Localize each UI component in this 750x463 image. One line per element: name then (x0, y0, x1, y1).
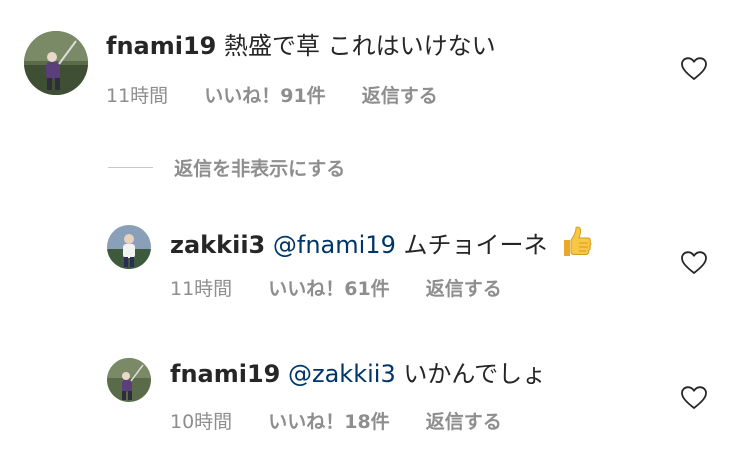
reply-likes[interactable]: いいね！18件 (268, 411, 389, 433)
reply-meta: 11時間 いいね！61件 返信する (170, 277, 532, 301)
hide-replies-button[interactable]: 返信を非表示にする (108, 154, 345, 180)
reply-body: zakkii3 @fnami19 ムチョイーネ (170, 225, 593, 267)
comment-text: 熱盛で草 これはいけない (224, 32, 496, 60)
reply-username[interactable]: zakkii3 (170, 231, 265, 259)
heart-outline-icon[interactable] (681, 251, 707, 275)
reply-button[interactable]: 返信する (426, 278, 502, 300)
golfer-avatar-icon[interactable] (24, 31, 88, 95)
hide-replies-label[interactable]: 返信を非表示にする (174, 158, 345, 180)
comment-time[interactable]: 11時間 (106, 85, 168, 107)
reply-username[interactable]: fnami19 (170, 360, 280, 388)
comment-meta: 11時間 いいね！91件 返信する (106, 84, 468, 108)
reply-likes[interactable]: いいね！61件 (268, 278, 389, 300)
reply-item: fnami19 @zakkii3 いかんでしょ 10時間 いいね！18件 返信す… (0, 336, 750, 446)
reply-body: fnami19 @zakkii3 いかんでしょ (170, 358, 546, 390)
reply-button[interactable]: 返信する (362, 85, 438, 107)
reply-button[interactable]: 返信する (426, 411, 502, 433)
reply-text: いかんでしょ (403, 360, 547, 388)
golfer-avatar-icon[interactable] (107, 358, 151, 402)
comment-username[interactable]: fnami19 (106, 32, 216, 60)
comment-body: fnami19 熱盛で草 これはいけない (106, 30, 496, 62)
hide-replies-divider (108, 167, 153, 168)
comment-likes[interactable]: いいね！91件 (204, 85, 325, 107)
thumbs-up-icon (559, 225, 593, 267)
reply-text: ムチョイーネ (403, 231, 548, 259)
reply-item: zakkii3 @fnami19 ムチョイーネ 11時間 いいね！61件 返信す… (0, 200, 750, 310)
comment-item: fnami19 熱盛で草 これはいけない 11時間 いいね！91件 返信する (0, 0, 750, 130)
reply-meta: 10時間 いいね！18件 返信する (170, 410, 532, 434)
heart-outline-icon[interactable] (681, 386, 707, 410)
heart-outline-icon[interactable] (681, 57, 707, 81)
reply-mention[interactable]: @zakkii3 (288, 360, 396, 388)
reply-mention[interactable]: @fnami19 (273, 231, 396, 259)
player-avatar-icon[interactable] (107, 225, 151, 269)
reply-time[interactable]: 10時間 (170, 411, 232, 433)
reply-time[interactable]: 11時間 (170, 278, 232, 300)
